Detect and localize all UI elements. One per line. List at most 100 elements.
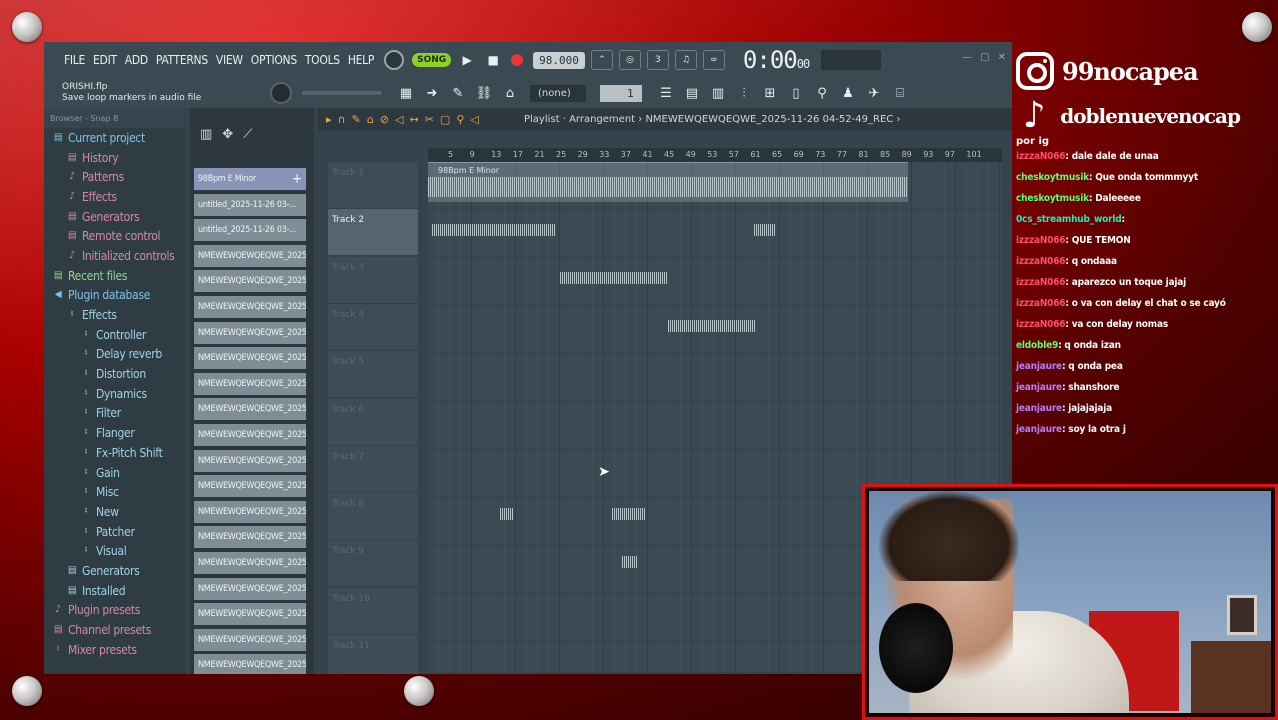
pen-icon[interactable]: ✎ bbox=[448, 83, 468, 103]
menu-item-options[interactable]: OPTIONS bbox=[251, 53, 297, 67]
browser-item[interactable]: ♮ Mixer presets bbox=[44, 640, 186, 660]
browser-item[interactable]: ♮ Dynamics bbox=[44, 384, 186, 404]
mixer-icon[interactable]: ⫶ bbox=[734, 83, 754, 103]
channel-item[interactable]: NMEWEWQEWQEQWE_2025... bbox=[194, 372, 306, 395]
browser-item[interactable]: ♮ Effects bbox=[44, 305, 186, 325]
loop-record-icon[interactable]: ∞ bbox=[702, 50, 725, 70]
browser-item[interactable]: ▤ Current project bbox=[44, 128, 186, 148]
add-channel-icon[interactable]: + bbox=[292, 168, 303, 190]
menu-item-view[interactable]: VIEW bbox=[216, 53, 243, 67]
move-icon[interactable]: ✥ bbox=[222, 127, 233, 142]
paint-tool-icon[interactable]: ⌂ bbox=[367, 113, 374, 126]
channel-rack-icon[interactable]: ▥ bbox=[708, 83, 728, 103]
channel-item[interactable]: NMEWEWQEWQEQWE_2025... bbox=[194, 398, 306, 421]
browser-item[interactable]: ♮ New bbox=[44, 502, 186, 522]
clip-waveform[interactable] bbox=[432, 224, 556, 236]
track-header[interactable]: Track 6 bbox=[328, 398, 418, 446]
track-header[interactable]: Track 11 bbox=[328, 635, 418, 674]
channel-item[interactable]: NMEWEWQEWQEQWE_2025... bbox=[194, 552, 306, 574]
wand-icon[interactable]: ⟋ bbox=[243, 127, 252, 142]
browser-item[interactable]: ▤ Installed bbox=[44, 581, 186, 601]
channel-item[interactable]: NMEWEWQEWQEQWE_2025... bbox=[194, 526, 306, 549]
people-icon[interactable]: ♟ bbox=[838, 83, 858, 103]
browser-item[interactable]: ♮ Misc bbox=[44, 482, 186, 502]
clip-waveform[interactable] bbox=[500, 508, 514, 520]
plugin-icon[interactable]: ⚲ bbox=[812, 83, 832, 103]
clip-waveform[interactable] bbox=[754, 224, 776, 236]
track-header[interactable]: Track 10 bbox=[328, 587, 418, 635]
arrow-icon[interactable]: ➜ bbox=[422, 83, 442, 103]
pattern-number[interactable]: 1 bbox=[600, 84, 642, 102]
browser-item[interactable]: ▤ Recent files bbox=[44, 266, 186, 286]
channel-item[interactable]: NMEWEWQEWQEQWE_2025... bbox=[194, 500, 306, 523]
channel-item[interactable]: NMEWEWQEWQEQWE_2025... bbox=[194, 628, 306, 651]
browser-icon[interactable]: ⊞ bbox=[760, 83, 780, 103]
channel-item[interactable]: NMEWEWQEWQEQWE_2025... bbox=[194, 603, 306, 626]
menu-item-add[interactable]: ADD bbox=[125, 53, 148, 67]
master-volume-knob[interactable] bbox=[270, 82, 292, 104]
menu-item-tools[interactable]: TOOLS bbox=[305, 53, 340, 67]
browser-item[interactable]: ♪ Effects bbox=[44, 187, 186, 207]
wait-icon[interactable]: ◎ bbox=[618, 50, 641, 70]
browser-item[interactable]: ♮ Filter bbox=[44, 404, 186, 424]
metronome-icon[interactable]: ⌃ bbox=[590, 50, 613, 70]
zoom-tool-icon[interactable]: ⚲ bbox=[456, 113, 464, 126]
select-tool-icon[interactable]: ▢ bbox=[440, 113, 450, 126]
browser-item[interactable]: ♮ Visual bbox=[44, 541, 186, 561]
send-icon[interactable]: ✈ bbox=[864, 83, 884, 103]
pattern-selector[interactable]: (none) bbox=[530, 84, 586, 102]
tempo-display[interactable]: 98.000 bbox=[533, 51, 585, 69]
browser-item[interactable]: ◀ Plugin database bbox=[44, 286, 186, 306]
track-header[interactable]: Track 5 bbox=[328, 351, 418, 399]
channel-item[interactable]: NMEWEWQEWQEQWE_2025... bbox=[194, 424, 306, 446]
track-header[interactable]: Track 4 bbox=[328, 303, 418, 351]
draw-tool-icon[interactable]: ✎ bbox=[352, 113, 361, 126]
master-knob-icon[interactable] bbox=[384, 50, 405, 70]
track-header[interactable]: Track 7 bbox=[328, 445, 418, 493]
link-icon[interactable]: ⛓ bbox=[474, 83, 494, 103]
step-edit-icon[interactable]: ♫ bbox=[674, 50, 697, 70]
stamp-icon[interactable]: ⌂ bbox=[500, 83, 520, 103]
slip-tool-icon[interactable]: ↔ bbox=[409, 113, 418, 126]
timeline-ruler[interactable]: 5 9 13 17 21 25 29 33 37 41 45 49 53 57 61 65 69 73 77 81 85… bbox=[428, 148, 1002, 162]
arrow-tool-icon[interactable]: ▸ bbox=[326, 113, 332, 126]
piano-icon[interactable]: ▦ bbox=[396, 83, 416, 103]
channel-item[interactable]: NMEWEWQEWQEQWE_2025... bbox=[194, 654, 306, 674]
browser-item[interactable]: ♮ Fx-Pitch Shift bbox=[44, 443, 186, 463]
channel-item[interactable]: 98Bpm E Minor + bbox=[194, 168, 306, 190]
menu-icon[interactable]: ⌸ bbox=[890, 83, 910, 103]
channel-item[interactable]: NMEWEWQEWQEQWE_2025... bbox=[194, 321, 306, 344]
minimize-icon[interactable]: — bbox=[962, 52, 972, 63]
mute-tool-icon[interactable]: ◁ bbox=[395, 113, 403, 126]
browser-item[interactable]: ♪ Plugin presets bbox=[44, 601, 186, 621]
browser-item[interactable]: ♮ Flanger bbox=[44, 423, 186, 443]
track-header[interactable]: Track 9 bbox=[328, 540, 418, 588]
close-icon[interactable]: ✕ bbox=[998, 52, 1006, 63]
browser-item[interactable]: ♮ Gain bbox=[44, 463, 186, 483]
browser-item[interactable]: ♮ Controller bbox=[44, 325, 186, 345]
countdown-icon[interactable]: 3 bbox=[646, 50, 669, 70]
menu-item-help[interactable]: HELP bbox=[348, 53, 375, 67]
project-icon[interactable]: ▯ bbox=[786, 83, 806, 103]
channel-item[interactable]: NMEWEWQEWQEQWE_2025... bbox=[194, 449, 306, 472]
piano-roll-icon[interactable]: ▤ bbox=[682, 83, 702, 103]
magnet-icon[interactable]: ∩ bbox=[338, 113, 346, 126]
track-header[interactable]: Track 3 bbox=[328, 256, 418, 304]
browser-item[interactable]: ♪ Initialized controls bbox=[44, 246, 186, 266]
browser-item[interactable]: ▤ Generators bbox=[44, 207, 186, 227]
browser-item[interactable]: ♮ Patcher bbox=[44, 522, 186, 542]
channel-item[interactable]: NMEWEWQEWQEQWE_2025... bbox=[194, 244, 306, 267]
menu-item-edit[interactable]: EDIT bbox=[93, 53, 117, 67]
track-header[interactable]: Track 1 bbox=[328, 162, 418, 209]
browser-item[interactable]: ▤ Generators bbox=[44, 561, 186, 581]
browser-item[interactable]: ▤ History bbox=[44, 148, 186, 168]
play-icon[interactable]: ▶ bbox=[457, 50, 477, 70]
channel-item[interactable]: NMEWEWQEWQEQWE_2025... bbox=[194, 347, 306, 370]
browser-item[interactable]: ♮ Delay reverb bbox=[44, 345, 186, 365]
audio-clip[interactable]: 98Bpm E Minor bbox=[428, 162, 908, 202]
slice-tool-icon[interactable]: ✂ bbox=[425, 113, 434, 126]
record-icon[interactable] bbox=[511, 54, 524, 66]
clip-waveform[interactable] bbox=[612, 508, 646, 520]
browser-item[interactable]: ♪ Patterns bbox=[44, 167, 186, 187]
grid-icon[interactable]: ▥ bbox=[200, 127, 212, 142]
